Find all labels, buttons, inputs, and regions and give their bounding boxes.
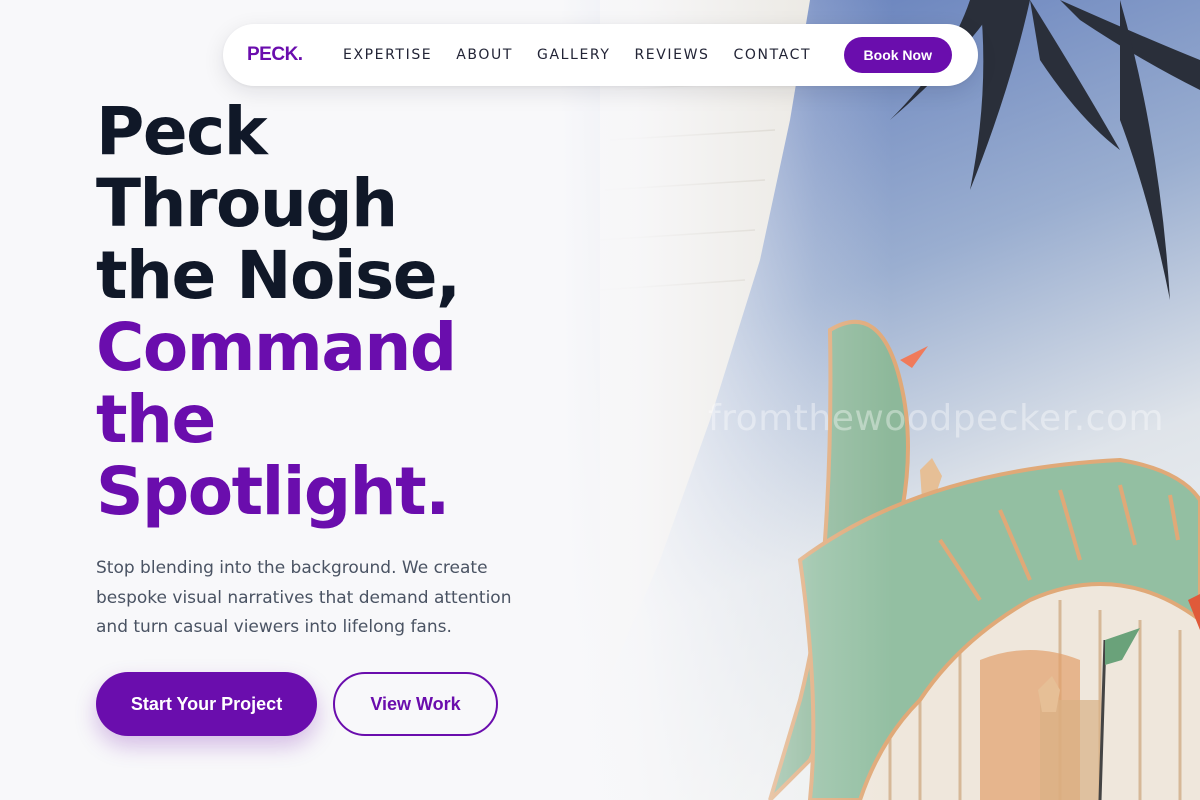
headline-line: Through [96,165,398,242]
brand-logo[interactable]: PECK. [247,44,343,66]
headline-line: the Noise, [96,237,461,314]
top-navbar: PECK. EXPERTISE ABOUT GALLERY REVIEWS CO… [223,24,978,86]
nav-link-contact[interactable]: CONTACT [734,47,812,63]
hero-subtitle: Stop blending into the background. We cr… [96,558,512,637]
book-now-button[interactable]: Book Now [843,37,952,73]
nav-links: EXPERTISE ABOUT GALLERY REVIEWS CONTACT [343,47,835,63]
headline-accent-line: Command [96,309,457,386]
watermark-text: fromthewoodpecker.com [708,398,1165,439]
view-work-button[interactable]: View Work [333,672,498,736]
nav-link-about[interactable]: ABOUT [456,47,513,63]
start-project-button[interactable]: Start Your Project [96,672,317,736]
nav-link-expertise[interactable]: EXPERTISE [343,47,432,63]
headline-line: Peck [96,93,268,170]
headline-accent-line: Spotlight. [96,453,450,530]
hero-headline: Peck Through the Noise, Command the Spot… [96,93,461,530]
nav-link-reviews[interactable]: REVIEWS [634,47,709,63]
headline-accent-line: the [96,381,216,458]
nav-link-gallery[interactable]: GALLERY [537,47,610,63]
